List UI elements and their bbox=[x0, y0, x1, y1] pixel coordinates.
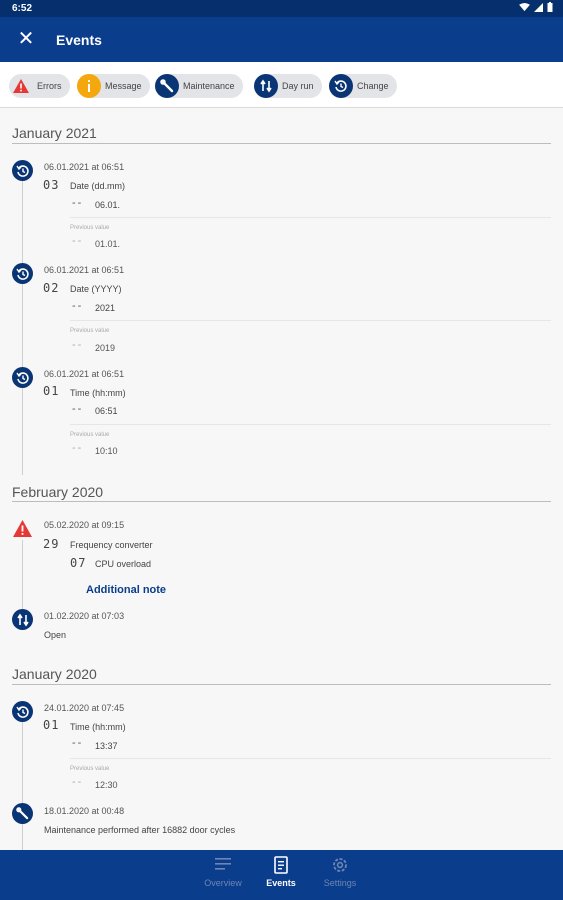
event-text: Open bbox=[44, 630, 67, 640]
event-datetime: 06.01.2021 at 06:51 bbox=[44, 369, 125, 379]
additional-note-link[interactable]: Additional note bbox=[86, 584, 166, 596]
previous-value: 12:30 bbox=[95, 780, 118, 790]
swap-icon bbox=[12, 609, 33, 630]
value-indicator: -- bbox=[72, 442, 84, 454]
warning-icon bbox=[9, 74, 33, 98]
event-value: 13:37 bbox=[95, 741, 118, 751]
nav-label: Overview bbox=[204, 878, 242, 888]
event-datetime: 06.01.2021 at 06:51 bbox=[44, 162, 125, 172]
filter-chip-change[interactable]: Change bbox=[329, 74, 397, 98]
nav-events[interactable]: Events bbox=[251, 856, 311, 888]
signal-icon bbox=[534, 2, 543, 12]
event-datetime: 01.02.2020 at 07:03 bbox=[44, 611, 125, 621]
wrench-icon bbox=[155, 74, 179, 98]
nav-label: Events bbox=[266, 878, 296, 888]
filter-chip-label: Maintenance bbox=[183, 81, 235, 91]
info-icon bbox=[77, 74, 101, 98]
filter-chip-message[interactable]: Message bbox=[77, 74, 150, 98]
battery-icon bbox=[547, 2, 553, 12]
event-parameter: Date (dd.mm) bbox=[70, 181, 126, 191]
filter-chip-label: Errors bbox=[37, 81, 62, 91]
history-icon bbox=[12, 367, 33, 388]
divider bbox=[12, 143, 551, 144]
divider bbox=[12, 501, 551, 502]
event-subcode: 07 bbox=[70, 556, 87, 570]
value-indicator: -- bbox=[72, 197, 84, 209]
month-header: January 2021 bbox=[12, 125, 97, 141]
close-icon[interactable]: ✕ bbox=[14, 27, 38, 51]
divider bbox=[12, 684, 551, 685]
event-text: Maintenance performed after 16882 door c… bbox=[44, 825, 236, 835]
previous-value: 2019 bbox=[95, 343, 116, 353]
filter-chip-errors[interactable]: Errors bbox=[9, 74, 70, 98]
event-parameter: Frequency converter bbox=[70, 540, 153, 550]
filter-chip-label: Message bbox=[105, 81, 142, 91]
nav-label: Settings bbox=[323, 878, 357, 888]
timeline-line bbox=[22, 722, 23, 850]
wrench-icon bbox=[12, 803, 33, 824]
value-indicator: -- bbox=[72, 235, 84, 247]
event-datetime: 18.01.2020 at 00:48 bbox=[44, 806, 125, 816]
filter-chip-day-run[interactable]: Day run bbox=[254, 74, 322, 98]
event-code: 02 bbox=[43, 281, 60, 295]
wifi-icon bbox=[519, 2, 530, 11]
page-title: Events bbox=[56, 32, 102, 48]
event-datetime: 05.02.2020 at 09:15 bbox=[44, 520, 125, 530]
history-icon bbox=[12, 160, 33, 181]
event-datetime: 06.01.2021 at 06:51 bbox=[44, 265, 125, 275]
event-code: 01 bbox=[43, 718, 60, 732]
value-indicator: -- bbox=[72, 403, 84, 415]
previous-value: 10:10 bbox=[95, 446, 118, 456]
value-indicator: -- bbox=[72, 737, 84, 749]
divider bbox=[70, 320, 551, 321]
filter-chip-maintenance[interactable]: Maintenance bbox=[155, 74, 243, 98]
history-icon bbox=[12, 701, 33, 722]
value-indicator: -- bbox=[72, 339, 84, 351]
nav-settings[interactable]: Settings bbox=[310, 856, 370, 888]
value-indicator: -- bbox=[72, 300, 84, 312]
event-subtext: CPU overload bbox=[95, 559, 152, 569]
event-code: 03 bbox=[43, 178, 60, 192]
history-icon bbox=[12, 263, 33, 284]
event-parameter: Time (hh:mm) bbox=[70, 388, 126, 398]
event-value: 06.01. bbox=[95, 200, 121, 210]
event-value: 2021 bbox=[95, 303, 116, 313]
event-parameter: Time (hh:mm) bbox=[70, 722, 126, 732]
warning-icon bbox=[12, 518, 33, 539]
app-bar: ✕ Events bbox=[0, 17, 563, 62]
event-parameter: Date (YYYY) bbox=[70, 284, 122, 294]
swap-icon bbox=[254, 74, 278, 98]
document-icon bbox=[251, 856, 311, 874]
status-bar: 6:52 bbox=[0, 0, 563, 17]
history-icon bbox=[329, 74, 353, 98]
previous-value: 01.01. bbox=[95, 239, 121, 249]
list-icon bbox=[193, 856, 253, 874]
bottom-navigation: Overview Events Settings bbox=[0, 850, 563, 900]
divider bbox=[70, 217, 551, 218]
timeline-line bbox=[22, 180, 23, 475]
status-time: 6:52 bbox=[12, 3, 33, 14]
filter-bar: Errors Message Maintenance Day run Chang… bbox=[0, 62, 563, 108]
event-datetime: 24.01.2020 at 07:45 bbox=[44, 703, 125, 713]
previous-value-label: Previous value bbox=[70, 432, 110, 438]
divider bbox=[70, 758, 551, 759]
previous-value-label: Previous value bbox=[70, 328, 110, 334]
nav-overview[interactable]: Overview bbox=[193, 856, 253, 888]
status-icons bbox=[519, 2, 553, 12]
timeline-line bbox=[22, 540, 23, 618]
filter-chip-label: Day run bbox=[282, 81, 314, 91]
previous-value-label: Previous value bbox=[70, 766, 110, 772]
event-code: 01 bbox=[43, 384, 60, 398]
event-value: 06:51 bbox=[95, 406, 118, 416]
filter-chip-label: Change bbox=[357, 81, 389, 91]
value-indicator: -- bbox=[72, 776, 84, 788]
month-header: January 2020 bbox=[12, 666, 97, 682]
event-code: 29 bbox=[43, 537, 60, 551]
gear-icon bbox=[310, 856, 370, 874]
month-header: February 2020 bbox=[12, 484, 104, 500]
divider bbox=[70, 424, 551, 425]
previous-value-label: Previous value bbox=[70, 225, 110, 231]
